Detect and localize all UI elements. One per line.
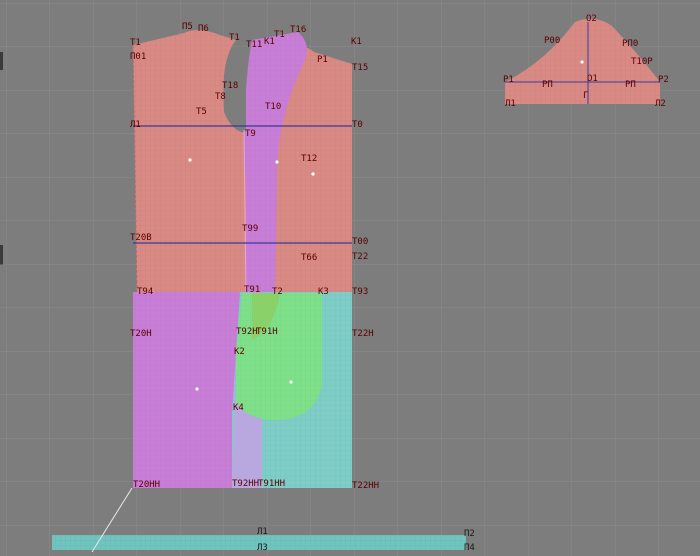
point-label: Т2 <box>272 287 283 297</box>
point-label: К3 <box>318 287 329 297</box>
point-label: Т99 <box>242 224 258 234</box>
point-label: Р1 <box>503 75 514 85</box>
point-label: Т10 <box>265 102 281 112</box>
point-label: Т5 <box>196 107 207 117</box>
point-label: Т18 <box>222 81 238 91</box>
point-label: Т9 <box>245 129 256 139</box>
side-panel-piece[interactable] <box>133 292 240 488</box>
point-label: Л1 <box>130 120 141 130</box>
point-label: Т0 <box>352 120 363 130</box>
point-label: Л3 <box>257 543 268 553</box>
point-label: Г <box>583 91 588 101</box>
point-label: Т00 <box>352 237 368 247</box>
point-label: П4 <box>464 543 475 553</box>
point-label: Т94 <box>137 287 153 297</box>
point-label: Т22НН <box>352 481 379 491</box>
point-label: Л2 <box>655 99 666 109</box>
point-label: П2 <box>464 529 475 539</box>
point-label: Т93 <box>352 287 368 297</box>
point-label: Т15 <box>352 63 368 73</box>
point-label: Т92НН <box>232 479 259 489</box>
point-label: РП0 <box>622 39 638 49</box>
point-label: Т22Н <box>352 329 374 339</box>
point-label: Т12 <box>301 154 317 164</box>
point-label: Т91 <box>244 285 260 295</box>
point-label: П6 <box>198 24 209 34</box>
point-label: Т8 <box>215 92 226 102</box>
point-label: Т16 <box>290 25 306 35</box>
point-label: П01 <box>130 52 146 62</box>
point-label: Т91Н <box>256 327 278 337</box>
point-label: Т11 <box>246 40 262 50</box>
point-label: Т92Н <box>236 327 258 337</box>
point-label: Т20Н <box>130 329 152 339</box>
point-label: К1 <box>351 37 362 47</box>
pattern-workspace[interactable]: П5 П6 Т1 Т11 К1 Т1 Т16 Т1 П01 К1 Р1 Т15 … <box>0 0 700 556</box>
point-label: Р00 <box>544 36 560 46</box>
point-label: Т1 <box>274 30 285 40</box>
point-label: Т20НН <box>133 480 160 490</box>
point-label: РП <box>625 80 636 90</box>
point-label: Т1 <box>229 33 240 43</box>
point-label: Т1 <box>130 38 141 48</box>
point-label: Л1 <box>257 527 268 537</box>
point-label: Т66 <box>301 253 317 263</box>
point-label: К4 <box>233 403 244 413</box>
point-label: О1 <box>587 74 598 84</box>
point-label: Т20В <box>130 233 152 243</box>
point-label: Р2 <box>658 75 669 85</box>
point-label: Т91НН <box>258 479 285 489</box>
point-label: П5 <box>182 22 193 32</box>
point-label: Р1 <box>317 55 328 65</box>
point-label: Л1 <box>505 99 516 109</box>
point-label: О2 <box>586 14 597 24</box>
pocket-piece[interactable] <box>236 293 322 421</box>
point-label: Т10Р <box>631 57 653 67</box>
point-label: Т22 <box>352 252 368 262</box>
point-label: РП <box>542 80 553 90</box>
point-label: К2 <box>234 347 245 357</box>
